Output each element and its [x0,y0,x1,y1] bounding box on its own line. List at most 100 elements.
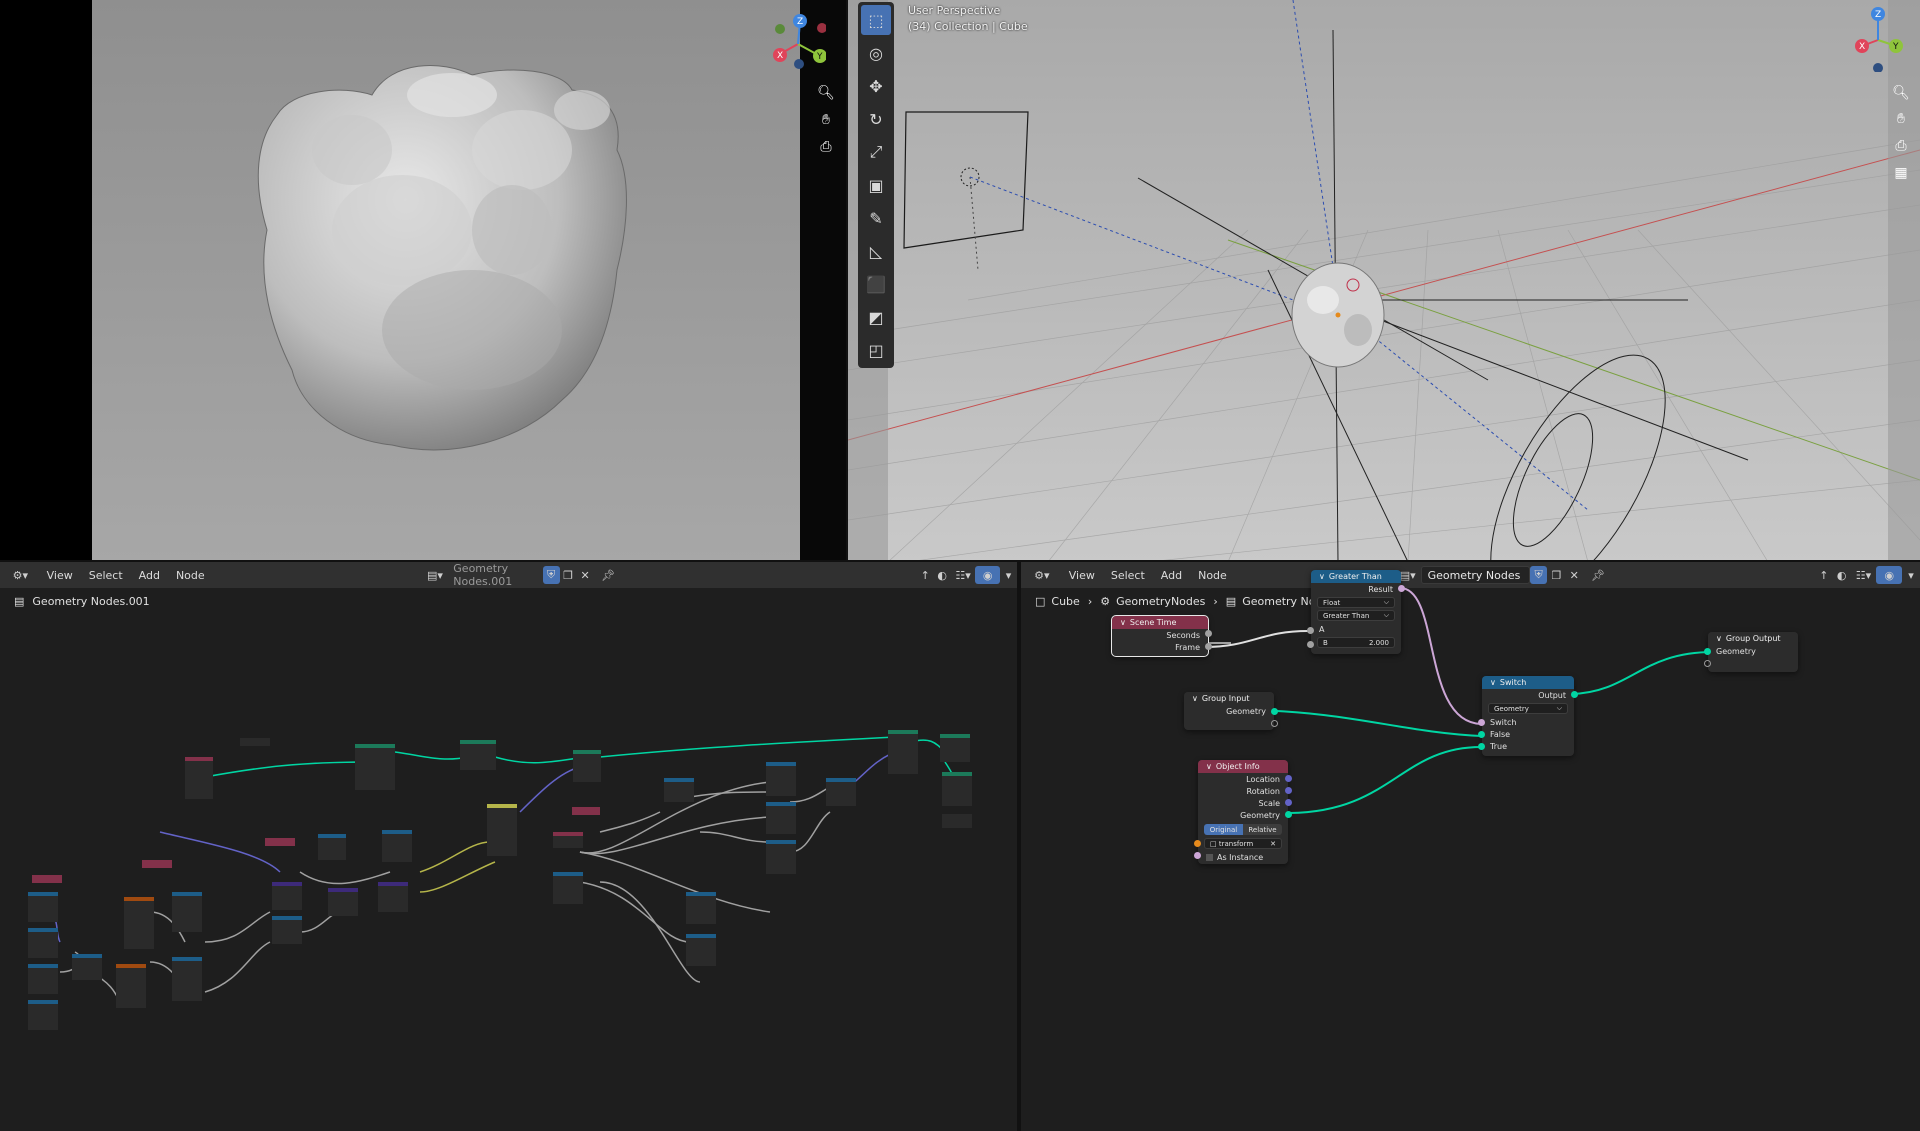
camera-icon-right[interactable]: ⎙ [1888,133,1914,159]
mini-node [572,807,600,815]
switch-node[interactable]: ∨ Switch Output Geometry ⌵ Switch False Tr… [1478,676,1578,756]
output-socket[interactable] [1271,708,1278,715]
node-header: ∨ Greater Than [1311,570,1401,583]
mini-node [328,888,358,916]
add-cube-tool[interactable]: ⬛ [861,269,891,299]
output-socket[interactable] [1285,811,1292,818]
operation-dropdown[interactable]: Greater Than ⌵ [1317,610,1395,621]
zoom-icon[interactable]: 🔍︎ [813,80,839,106]
mini-node [28,928,58,958]
output-socket[interactable] [1205,630,1212,637]
input-socket[interactable] [1478,719,1485,726]
mini-node [826,778,856,806]
mini-node [355,744,395,790]
mini-node [32,875,62,883]
mini-node [265,838,295,846]
viewport-scene [848,0,1920,562]
scale-tool[interactable]: ⤢ [861,137,891,167]
mini-node [487,804,517,856]
group-input-node[interactable]: ∨ Group Input Geometry [1184,692,1278,730]
mini-node [172,892,202,932]
virtual-socket[interactable] [1704,660,1711,667]
virtual-socket[interactable] [1271,720,1278,727]
mini-node [940,734,970,762]
b-value-field[interactable]: B 2.000 [1317,637,1395,648]
mini-node [553,832,583,848]
object-info-node[interactable]: ∨ Object Info Location Rotation Scale Geo… [1194,760,1292,864]
input-socket[interactable] [1307,641,1314,648]
as-instance-checkbox[interactable]: As Instance [1198,851,1288,863]
node-header: ∨ Group Output [1708,632,1798,645]
socket-geometry: Geometry [1226,706,1266,716]
relative-toggle[interactable]: Relative [1243,824,1282,835]
input-socket[interactable] [1704,648,1711,655]
view-mode-label: User Perspective [908,4,1001,17]
output-socket[interactable] [1285,775,1292,782]
greater-than-node[interactable]: ∨ Greater Than Result Float ⌵ Greater Than… [1307,570,1405,654]
output-socket[interactable] [1398,585,1405,592]
mini-node [142,860,172,868]
group-output-node[interactable]: ∨ Group Output Geometry [1704,632,1798,672]
move-tool[interactable]: ✥ [861,71,891,101]
node-graph-overview [28,730,972,1030]
svg-text:Y: Y [1892,42,1899,52]
svg-text:X: X [777,51,783,61]
original-toggle[interactable]: Original [1204,824,1243,835]
select-box-tool[interactable]: ⬚ [861,5,891,35]
pan-hand-icon-right[interactable]: ✋︎ [1888,106,1914,132]
object-field[interactable]: □ transform ✕ [1204,838,1282,849]
node-editor-right[interactable]: ⚙▾ View Select Add Node ▤▾ Geometry Node… [1021,562,1920,1131]
zoom-icon-right[interactable]: 🔍︎ [1888,80,1914,106]
extrude-tool[interactable]: ◩ [861,302,891,332]
mini-node [116,964,146,1008]
viewport-right[interactable]: User Perspective (34) Collection | Cube … [848,0,1920,562]
measure-tool[interactable]: ◺ [861,236,891,266]
input-socket[interactable] [1478,731,1485,738]
mini-node [686,892,716,924]
navigation-gizmo[interactable]: X Y Z [766,12,826,72]
scene-time-node[interactable]: ∨ Scene Time Seconds Frame [1111,615,1212,657]
input-socket[interactable] [1307,627,1314,634]
rotate-tool[interactable]: ↻ [861,104,891,134]
socket-geometry: Geometry [1716,646,1756,656]
output-socket[interactable] [1571,691,1578,698]
mini-node [72,954,102,980]
node-header: ∨ Object Info [1198,760,1288,773]
output-socket[interactable] [1205,643,1212,650]
socket-switch: Switch [1490,717,1517,727]
mini-node [766,762,796,796]
input-socket[interactable] [1194,852,1201,859]
mini-node [766,840,796,874]
node-header: ∨ Scene Time [1112,616,1208,629]
pan-hand-icon[interactable]: ✋︎ [813,107,839,133]
svg-text:Z: Z [797,17,803,27]
navigation-gizmo-right[interactable]: X Y Z [1848,6,1908,72]
camera-icon[interactable]: ⎙ [813,134,839,160]
switch-type-dropdown[interactable]: Geometry ⌵ [1488,703,1568,714]
socket-geometry: Geometry [1240,810,1280,820]
cursor-tool[interactable]: ◎ [861,38,891,68]
tool-shelf: ⬚ ◎ ✥ ↻ ⤢ ▣ ✎ ◺ ⬛ ◩ ◰ [858,2,894,368]
data-type-dropdown[interactable]: Float ⌵ [1317,597,1395,608]
input-socket[interactable] [1194,840,1201,847]
output-socket[interactable] [1285,799,1292,806]
annotate-tool[interactable]: ✎ [861,203,891,233]
grid-icon[interactable]: ▦ [1888,160,1914,186]
mini-node [942,772,972,806]
viewport-left[interactable]: X Y Z 🔍︎ ✋︎ ⎙ [0,0,848,562]
socket-location: Location [1246,774,1280,784]
transform-tool[interactable]: ▣ [861,170,891,200]
bevel-tool[interactable]: ◰ [861,335,891,365]
mini-node [460,740,496,770]
socket-result: Result [1368,584,1393,594]
output-socket[interactable] [1285,787,1292,794]
viewport-left-canvas[interactable] [92,0,800,562]
mini-node [664,778,694,802]
node-header: ∨ Group Input [1184,692,1274,705]
node-editor-left[interactable]: ⚙▾ View Select Add Node ▤▾ Geometry Node… [0,562,1017,1131]
mini-node [382,830,412,862]
svg-text:Y: Y [816,52,823,62]
mini-node [28,964,58,994]
svg-text:X: X [1859,42,1865,52]
input-socket[interactable] [1478,743,1485,750]
